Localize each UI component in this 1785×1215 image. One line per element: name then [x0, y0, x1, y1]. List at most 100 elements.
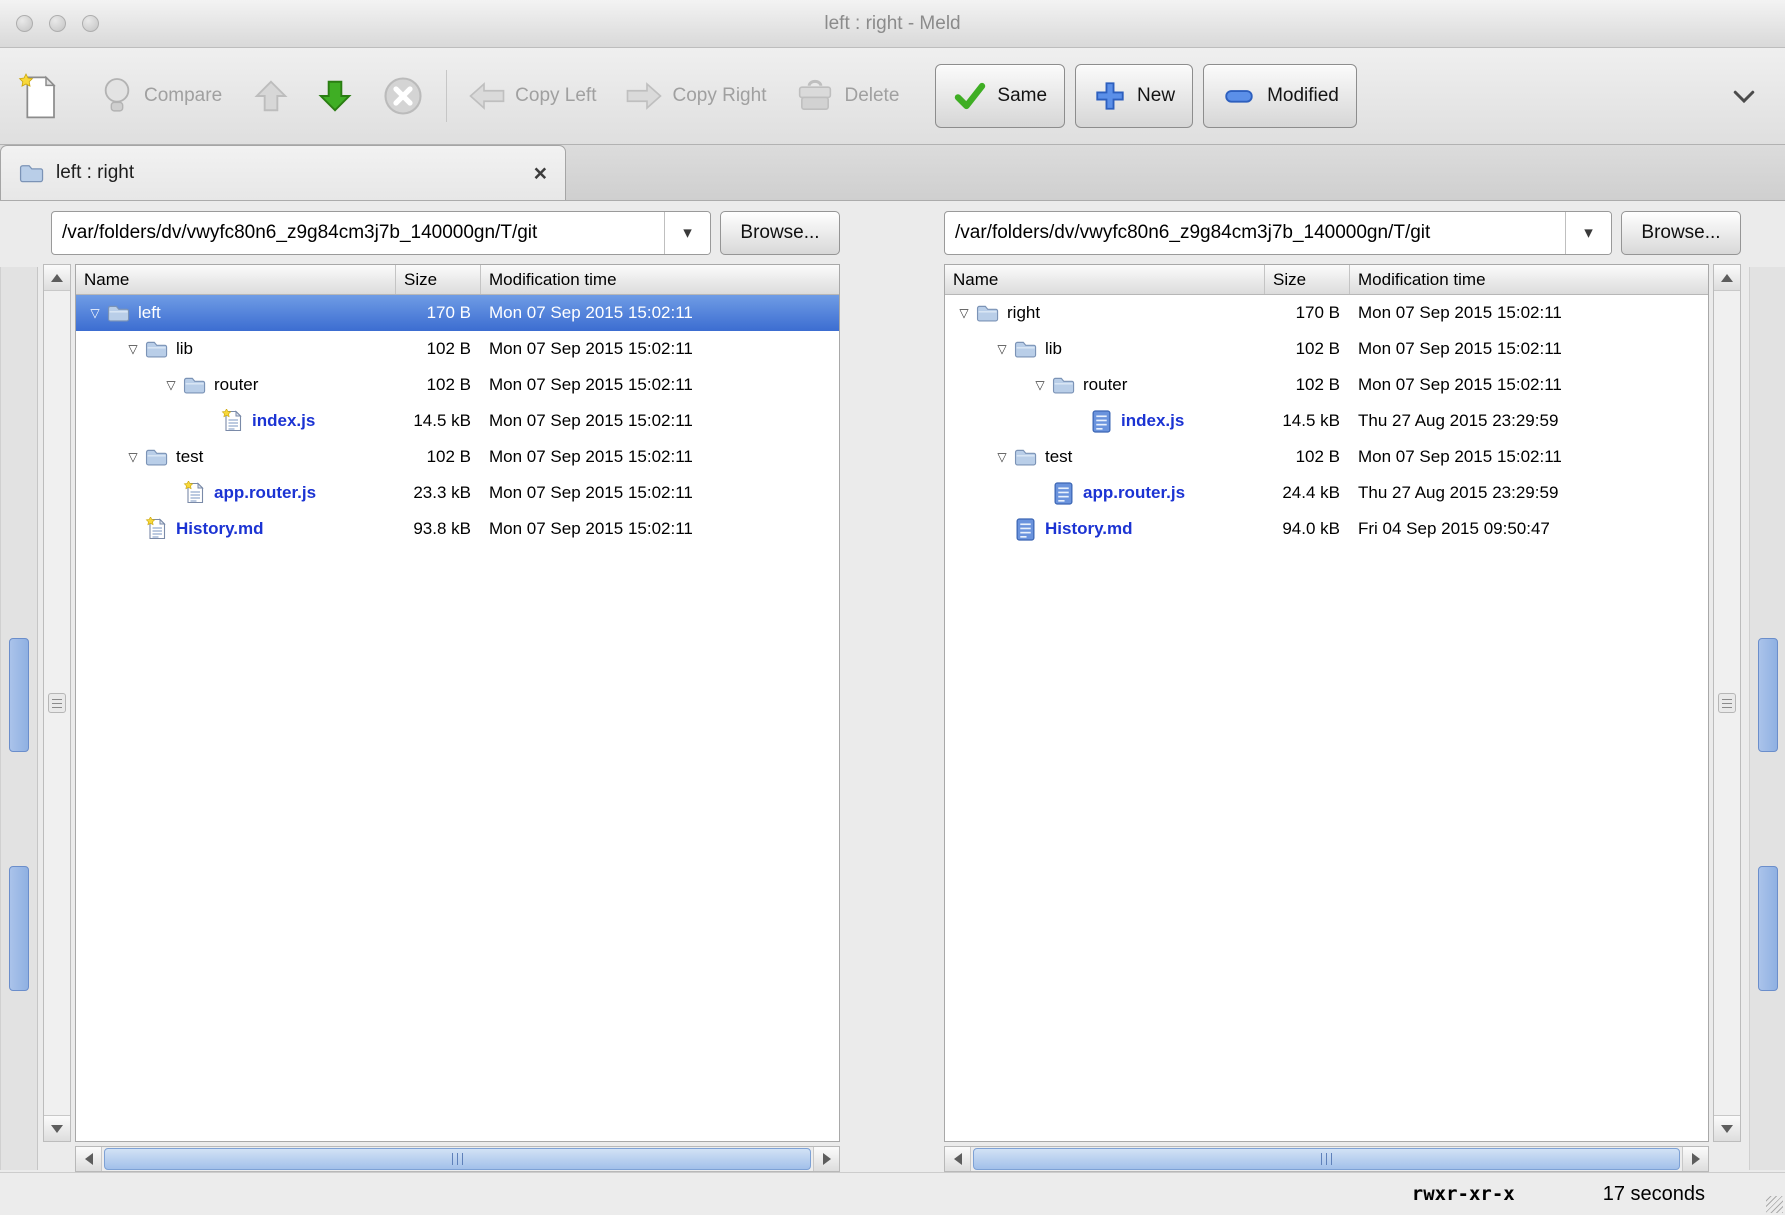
scroll-left-button[interactable] — [945, 1147, 971, 1171]
lightbulb-icon — [100, 76, 134, 116]
filter-same-button[interactable]: Same — [935, 64, 1065, 128]
right-path-text[interactable]: /var/folders/dv/vwyfc80n6_z9g84cm3j7b_14… — [945, 212, 1565, 254]
expander-icon[interactable]: ▽ — [122, 450, 144, 464]
left-browse-button[interactable]: Browse... — [720, 211, 840, 255]
scrollbar-thumb[interactable] — [973, 1148, 1680, 1170]
right-horizontal-scrollbar[interactable] — [944, 1146, 1709, 1172]
left-horizontal-scrollbar[interactable] — [75, 1146, 840, 1172]
file-mtime: Mon 07 Sep 2015 15:02:11 — [481, 411, 839, 431]
tab-close-icon[interactable]: × — [534, 162, 547, 185]
stop-button[interactable] — [382, 75, 424, 117]
table-row[interactable]: ▽ lib 102 B Mon 07 Sep 2015 15:02:11 — [76, 331, 839, 367]
file-mtime: Mon 07 Sep 2015 15:02:11 — [1350, 303, 1708, 323]
file-icon — [220, 409, 245, 433]
toolbar-overflow-button[interactable] — [1729, 81, 1759, 111]
table-row[interactable]: index.js 14.5 kB Mon 07 Sep 2015 15:02:1… — [76, 403, 839, 439]
left-vertical-scrollbar[interactable] — [43, 264, 71, 1142]
next-diff-button[interactable] — [316, 77, 354, 115]
folder-glyph — [1014, 340, 1037, 359]
expander-icon[interactable]: ▽ — [84, 306, 106, 320]
row-name-cell: ▽ router — [76, 373, 396, 397]
scroll-down-button[interactable] — [1714, 1115, 1740, 1141]
scroll-up-button[interactable] — [1714, 265, 1740, 291]
table-row[interactable]: app.router.js 24.4 kB Thu 27 Aug 2015 23… — [945, 475, 1708, 511]
copy-left-button[interactable]: Copy Left — [469, 81, 596, 111]
delete-button[interactable]: Delete — [796, 79, 899, 113]
file-name: left — [138, 303, 161, 323]
right-path-dropdown-button[interactable]: ▾ — [1565, 212, 1611, 254]
filter-modified-button[interactable]: Modified — [1203, 64, 1357, 128]
right-browse-button[interactable]: Browse... — [1621, 211, 1741, 255]
tab-left-right[interactable]: left : right × — [0, 145, 566, 200]
left-path-row: /var/folders/dv/vwyfc80n6_z9g84cm3j7b_14… — [43, 211, 840, 255]
column-header-name[interactable]: Name — [945, 265, 1265, 294]
expander-icon[interactable]: ▽ — [160, 378, 182, 392]
column-header-mtime[interactable]: Modification time — [481, 265, 839, 294]
file-size: 170 B — [1265, 303, 1350, 323]
new-document-icon — [16, 72, 60, 120]
scroll-up-button[interactable] — [44, 265, 70, 291]
expander-icon[interactable]: ▽ — [1029, 378, 1051, 392]
chunk-map-block[interactable] — [1758, 866, 1778, 991]
right-file-tree: Name Size Modification time ▽ right 170 … — [944, 264, 1709, 1142]
left-path-dropdown-button[interactable]: ▾ — [664, 212, 710, 254]
right-vertical-scrollbar[interactable] — [1713, 264, 1741, 1142]
scrollbar-grip[interactable] — [1718, 693, 1736, 713]
table-row[interactable]: History.md 94.0 kB Fri 04 Sep 2015 09:50… — [945, 511, 1708, 547]
previous-diff-button[interactable] — [252, 77, 290, 115]
file-name: router — [1083, 375, 1127, 395]
close-window-button[interactable] — [16, 15, 33, 32]
chunk-map-block[interactable] — [9, 866, 29, 991]
table-row[interactable]: ▽ test 102 B Mon 07 Sep 2015 15:02:11 — [945, 439, 1708, 475]
folder-icon — [106, 301, 131, 325]
column-header-size[interactable]: Size — [396, 265, 481, 294]
tree-indent — [953, 529, 991, 530]
scrollbar-thumb[interactable] — [104, 1148, 811, 1170]
file-size: 102 B — [1265, 375, 1350, 395]
column-header-mtime[interactable]: Modification time — [1350, 265, 1708, 294]
expander-icon[interactable]: ▽ — [953, 306, 975, 320]
scroll-right-button[interactable] — [813, 1147, 839, 1171]
table-row[interactable]: ▽ right 170 B Mon 07 Sep 2015 15:02:11 — [945, 295, 1708, 331]
scrollbar-grip[interactable] — [48, 693, 66, 713]
row-name-cell: app.router.js — [76, 481, 396, 505]
copy-right-button[interactable]: Copy Right — [626, 81, 766, 111]
resize-grip[interactable] — [1766, 1196, 1783, 1213]
compare-button[interactable]: Compare — [100, 76, 222, 116]
minimize-window-button[interactable] — [49, 15, 66, 32]
table-row[interactable]: ▽ test 102 B Mon 07 Sep 2015 15:02:11 — [76, 439, 839, 475]
scroll-left-button[interactable] — [76, 1147, 102, 1171]
column-header-name[interactable]: Name — [76, 265, 396, 294]
left-path-text[interactable]: /var/folders/dv/vwyfc80n6_z9g84cm3j7b_14… — [52, 212, 664, 254]
table-row[interactable]: History.md 93.8 kB Mon 07 Sep 2015 15:02… — [76, 511, 839, 547]
table-row[interactable]: ▽ router 102 B Mon 07 Sep 2015 15:02:11 — [945, 367, 1708, 403]
stop-icon — [382, 75, 424, 117]
tree-indent — [84, 385, 160, 386]
chunk-map-block[interactable] — [1758, 638, 1778, 752]
scroll-right-button[interactable] — [1682, 1147, 1708, 1171]
file-glyph-starred — [183, 481, 206, 505]
expander-icon[interactable]: ▽ — [991, 342, 1013, 356]
table-row[interactable]: ▽ router 102 B Mon 07 Sep 2015 15:02:11 — [76, 367, 839, 403]
table-row[interactable]: index.js 14.5 kB Thu 27 Aug 2015 23:29:5… — [945, 403, 1708, 439]
filter-new-button[interactable]: New — [1075, 64, 1193, 128]
tree-indent — [953, 493, 1029, 494]
folder-icon — [182, 373, 207, 397]
expander-icon[interactable]: ▽ — [991, 450, 1013, 464]
right-path-combo[interactable]: /var/folders/dv/vwyfc80n6_z9g84cm3j7b_14… — [944, 211, 1612, 255]
new-comparison-button[interactable] — [16, 72, 60, 120]
tab-bar: left : right × — [0, 145, 1785, 201]
left-pane: /var/folders/dv/vwyfc80n6_z9g84cm3j7b_14… — [43, 211, 840, 1172]
table-row[interactable]: ▽ lib 102 B Mon 07 Sep 2015 15:02:11 — [945, 331, 1708, 367]
zoom-window-button[interactable] — [82, 15, 99, 32]
file-size: 24.4 kB — [1265, 483, 1350, 503]
row-name-cell: History.md — [945, 517, 1265, 541]
left-path-combo[interactable]: /var/folders/dv/vwyfc80n6_z9g84cm3j7b_14… — [51, 211, 711, 255]
scroll-down-button[interactable] — [44, 1115, 70, 1141]
row-name-cell: ▽ right — [945, 301, 1265, 325]
chunk-map-block[interactable] — [9, 638, 29, 752]
table-row[interactable]: app.router.js 23.3 kB Mon 07 Sep 2015 15… — [76, 475, 839, 511]
column-header-size[interactable]: Size — [1265, 265, 1350, 294]
table-row[interactable]: ▽ left 170 B Mon 07 Sep 2015 15:02:11 — [76, 295, 839, 331]
expander-icon[interactable]: ▽ — [122, 342, 144, 356]
